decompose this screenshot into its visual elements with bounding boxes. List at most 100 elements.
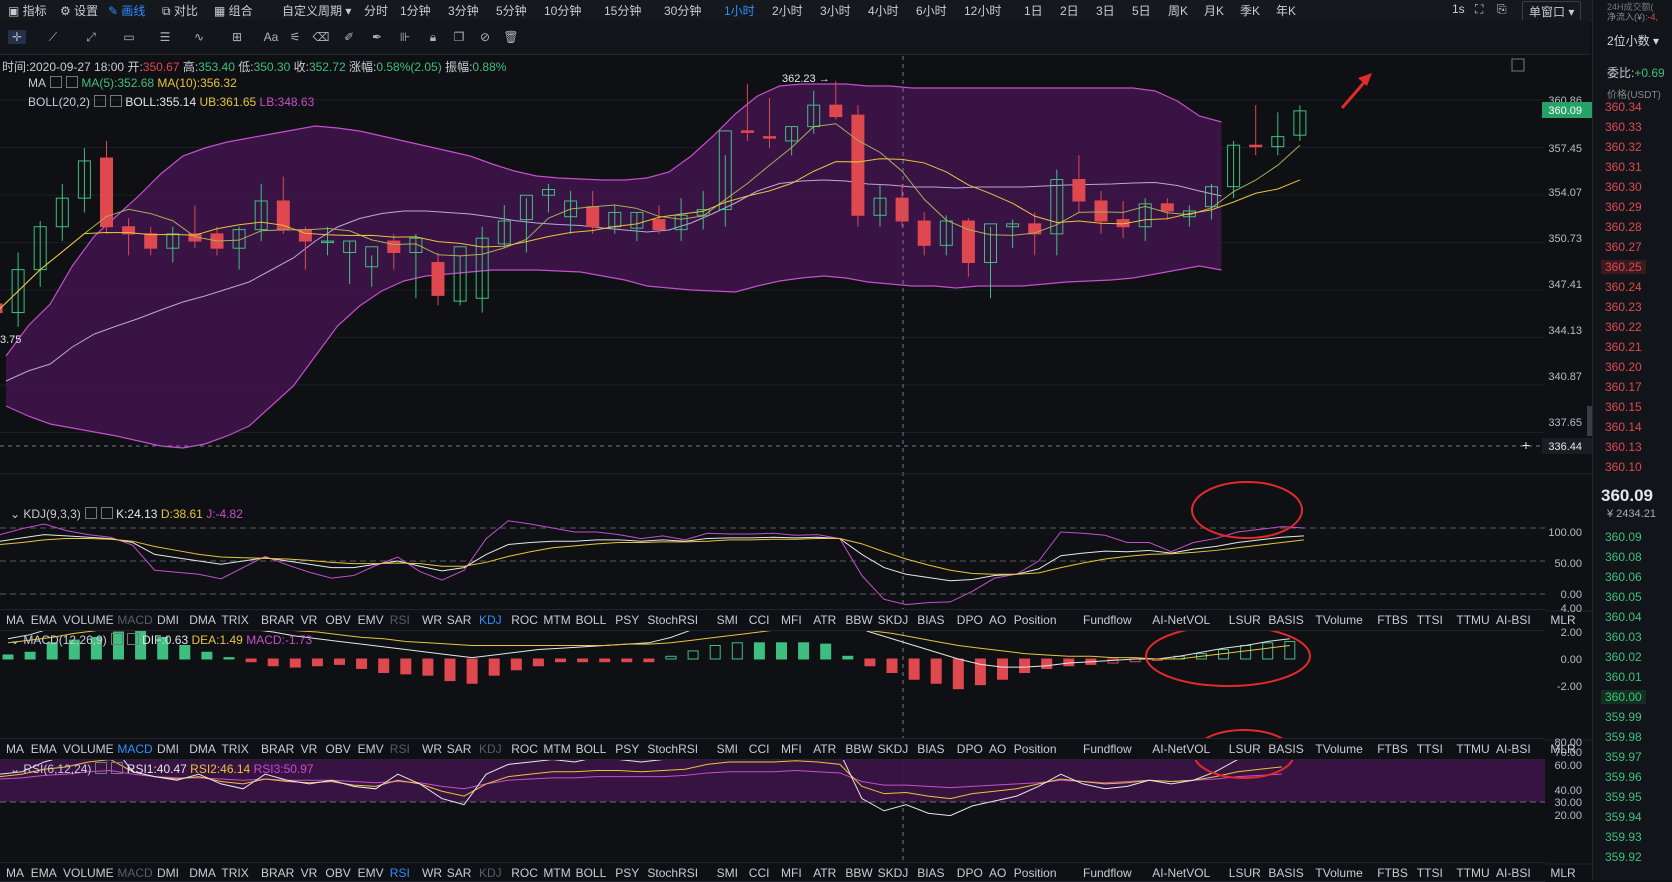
indicator-tab[interactable]: RSI bbox=[390, 613, 410, 627]
indicator-tab[interactable]: MTM bbox=[543, 742, 570, 756]
indicator-tab[interactable]: CCI bbox=[749, 866, 770, 880]
period-tab[interactable]: 1日 bbox=[1024, 2, 1043, 19]
indicator-tab[interactable]: TTSI bbox=[1417, 613, 1443, 627]
indicator-tab[interactable]: OBV bbox=[325, 742, 350, 756]
bid-price[interactable]: 360.09 bbox=[1605, 530, 1642, 544]
ask-price[interactable]: 360.17 bbox=[1605, 380, 1642, 394]
pen-tool-icon[interactable]: ✒ bbox=[368, 30, 386, 44]
indicator-tab[interactable]: SMI bbox=[717, 613, 738, 627]
indicator-tab[interactable]: BASIS bbox=[1268, 613, 1303, 627]
ask-price[interactable]: 360.15 bbox=[1605, 400, 1642, 414]
kdj-settings-icon[interactable] bbox=[84, 507, 97, 519]
indicator-tab[interactable]: BASIS bbox=[1268, 866, 1303, 880]
period-tab[interactable]: 30分钟 bbox=[664, 2, 701, 19]
indicator-tab[interactable]: Fundflow bbox=[1083, 866, 1132, 880]
indicator-tab[interactable]: LSUR bbox=[1229, 742, 1261, 756]
indicator-tab[interactable]: Fundflow bbox=[1083, 742, 1132, 756]
rsi-settings-icon[interactable] bbox=[95, 762, 108, 774]
indicator-tab[interactable]: MLR bbox=[1550, 613, 1575, 627]
ruler-tool-icon[interactable]: ⊪ bbox=[396, 30, 414, 44]
indicator-tab[interactable]: SKDJ bbox=[878, 742, 909, 756]
ask-price[interactable]: 360.14 bbox=[1605, 420, 1642, 434]
period-tab[interactable]: 季K bbox=[1240, 2, 1260, 19]
indicator-tab[interactable]: BOLL bbox=[576, 742, 607, 756]
indicator-tab[interactable]: MA bbox=[6, 742, 24, 756]
indicator-tab[interactable]: WR bbox=[422, 866, 442, 880]
macd-settings-icon[interactable] bbox=[110, 633, 123, 645]
kdj-close-icon[interactable] bbox=[100, 507, 113, 519]
indicator-tab[interactable]: TVolume bbox=[1315, 613, 1362, 627]
eraser-tool-icon[interactable]: ⌫ bbox=[312, 30, 330, 44]
indicator-tab[interactable]: MLR bbox=[1550, 866, 1575, 880]
indicator-tab[interactable]: SMI bbox=[717, 742, 738, 756]
indicator-tab[interactable]: AI-NetVOL bbox=[1152, 742, 1210, 756]
period-tab[interactable]: 年K bbox=[1276, 2, 1296, 19]
indicator-tab[interactable]: MACD bbox=[117, 613, 152, 627]
crosshair-tool-icon[interactable]: ✛ bbox=[8, 30, 26, 44]
bid-price[interactable]: 359.95 bbox=[1605, 790, 1642, 804]
indicator-tab[interactable]: CCI bbox=[749, 742, 770, 756]
indicator-tab[interactable]: EMV bbox=[358, 866, 384, 880]
indicator-tab[interactable]: AI-BSI bbox=[1496, 613, 1531, 627]
indicator-tab[interactable]: VR bbox=[301, 742, 318, 756]
ask-price[interactable]: 360.20 bbox=[1605, 360, 1642, 374]
indicator-tab[interactable]: BRAR bbox=[261, 742, 294, 756]
indicator-tab[interactable]: KDJ bbox=[479, 613, 502, 627]
indicator-tab[interactable]: BIAS bbox=[917, 866, 944, 880]
indicator-tab[interactable]: BIAS bbox=[917, 613, 944, 627]
indicator-tab[interactable]: MA bbox=[6, 866, 24, 880]
lock-icon[interactable]: 🔒︎ bbox=[424, 30, 442, 44]
indicator-tab[interactable]: DMA bbox=[189, 866, 216, 880]
ma-close-icon[interactable] bbox=[66, 76, 78, 88]
indicator-tab[interactable]: KDJ bbox=[479, 866, 502, 880]
bid-price[interactable]: 359.99 bbox=[1605, 710, 1642, 724]
period-tab[interactable]: 1小时 bbox=[724, 2, 755, 19]
ma-settings-icon[interactable] bbox=[50, 76, 62, 88]
period-tab[interactable]: 3分钟 bbox=[448, 2, 479, 19]
indicator-tab[interactable]: PSY bbox=[615, 742, 639, 756]
indicator-tab[interactable]: TTSI bbox=[1417, 866, 1443, 880]
indicator-tab[interactable]: Position bbox=[1014, 866, 1057, 880]
indicator-tab[interactable]: AI-NetVOL bbox=[1152, 866, 1210, 880]
indicator-tab[interactable]: TTMU bbox=[1456, 613, 1489, 627]
indicator-tab[interactable]: BBW bbox=[845, 866, 872, 880]
indicator-tab[interactable]: TVolume bbox=[1315, 742, 1362, 756]
indicator-tab[interactable]: VOLUME bbox=[63, 866, 114, 880]
ask-price[interactable]: 360.13 bbox=[1605, 440, 1642, 454]
bid-price[interactable]: 359.94 bbox=[1605, 810, 1642, 824]
indicator-tab[interactable]: VR bbox=[301, 613, 318, 627]
ask-price[interactable]: 360.25 bbox=[1601, 260, 1646, 274]
indicator-tab[interactable]: LSUR bbox=[1229, 866, 1261, 880]
copy-icon[interactable]: ❐ bbox=[450, 30, 468, 44]
hide-icon[interactable]: ⊘ bbox=[476, 30, 494, 44]
indicator-tab[interactable]: ROC bbox=[511, 742, 538, 756]
indicator-tab[interactable]: BOLL bbox=[576, 866, 607, 880]
ask-price[interactable]: 360.32 bbox=[1605, 140, 1642, 154]
period-tab[interactable]: 10分钟 bbox=[544, 2, 581, 19]
bid-price[interactable]: 360.01 bbox=[1605, 670, 1642, 684]
popout-icon[interactable]: ⎘ bbox=[1497, 2, 1507, 17]
macd-close-icon[interactable] bbox=[126, 633, 139, 645]
bid-price[interactable]: 359.93 bbox=[1605, 830, 1642, 844]
bid-price[interactable]: 360.03 bbox=[1605, 630, 1642, 644]
indicator-tab[interactable]: ROC bbox=[511, 866, 538, 880]
indicator-tab[interactable]: MFI bbox=[781, 866, 802, 880]
indicator-tab[interactable]: BIAS bbox=[917, 742, 944, 756]
indicator-tab[interactable]: BRAR bbox=[261, 866, 294, 880]
indicator-tab[interactable]: OBV bbox=[325, 866, 350, 880]
indicator-tab[interactable]: DMI bbox=[157, 613, 179, 627]
indicator-tab[interactable]: EMV bbox=[358, 742, 384, 756]
indicator-tab[interactable]: MTM bbox=[543, 613, 570, 627]
indicator-tab[interactable]: RSI bbox=[390, 742, 410, 756]
period-tab[interactable]: 月K bbox=[1204, 2, 1224, 19]
indicator-tab[interactable]: MFI bbox=[781, 613, 802, 627]
indicator-tab[interactable]: ROC bbox=[511, 613, 538, 627]
indicator-tab[interactable]: StochRSI bbox=[647, 613, 698, 627]
ask-price[interactable]: 360.28 bbox=[1605, 220, 1642, 234]
indicator-tab[interactable]: DPO bbox=[957, 742, 983, 756]
indicator-tab[interactable]: SAR bbox=[447, 742, 472, 756]
indicator-tab[interactable]: AO bbox=[989, 866, 1006, 880]
period-tab[interactable]: 6小时 bbox=[916, 2, 947, 19]
indicator-tab[interactable]: LSUR bbox=[1229, 613, 1261, 627]
indicator-tab[interactable]: BBW bbox=[845, 742, 872, 756]
